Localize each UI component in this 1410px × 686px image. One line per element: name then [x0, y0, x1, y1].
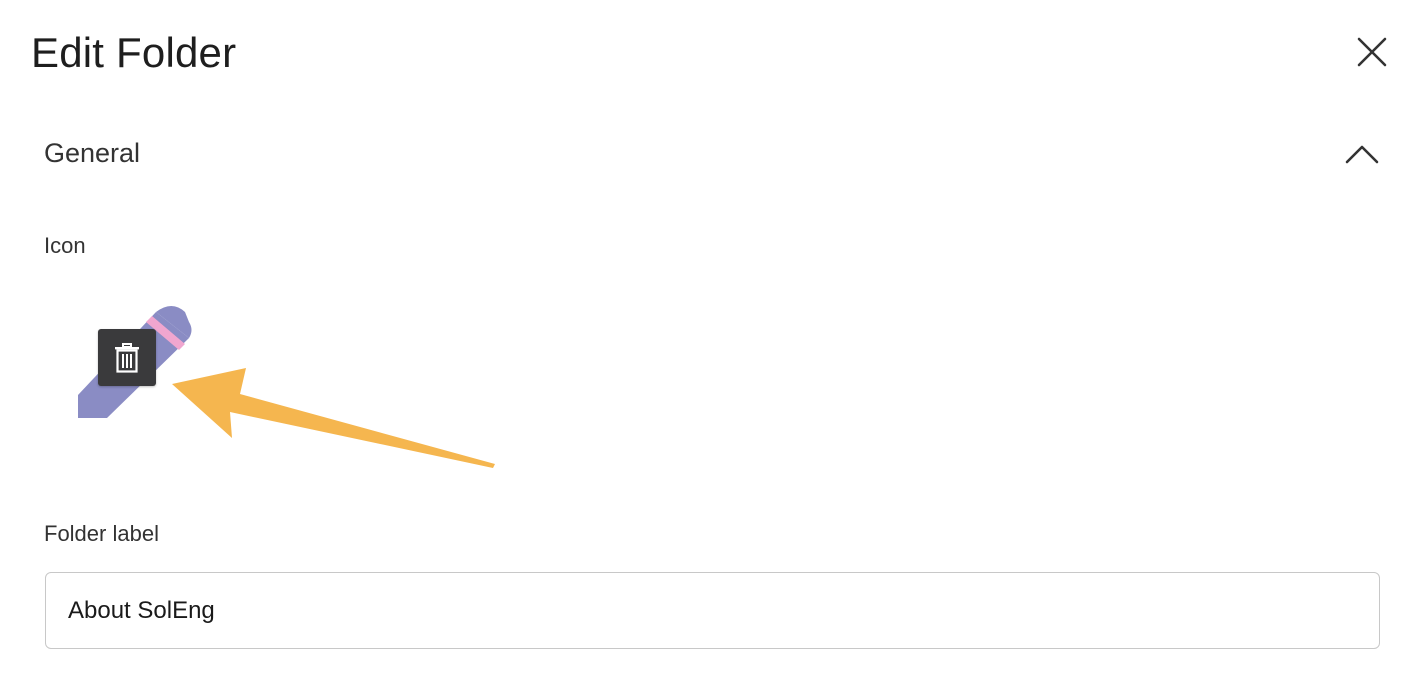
- delete-icon-button[interactable]: [98, 329, 156, 386]
- close-icon: [1357, 37, 1387, 67]
- trash-icon: [115, 342, 139, 373]
- section-title-general: General: [44, 138, 141, 168]
- dialog-title: Edit Folder: [31, 29, 237, 76]
- edit-folder-dialog: Edit Folder General Icon Folder label Ab…: [0, 0, 1410, 686]
- icon-field-label: Icon: [44, 233, 86, 258]
- folder-label-field-label: Folder label: [44, 521, 159, 546]
- chevron-up-icon: [1345, 145, 1379, 164]
- close-button[interactable]: [1350, 30, 1394, 74]
- folder-label-input[interactable]: [45, 572, 1380, 649]
- annotation-arrow: [172, 368, 495, 468]
- collapse-section-button[interactable]: [1340, 132, 1384, 176]
